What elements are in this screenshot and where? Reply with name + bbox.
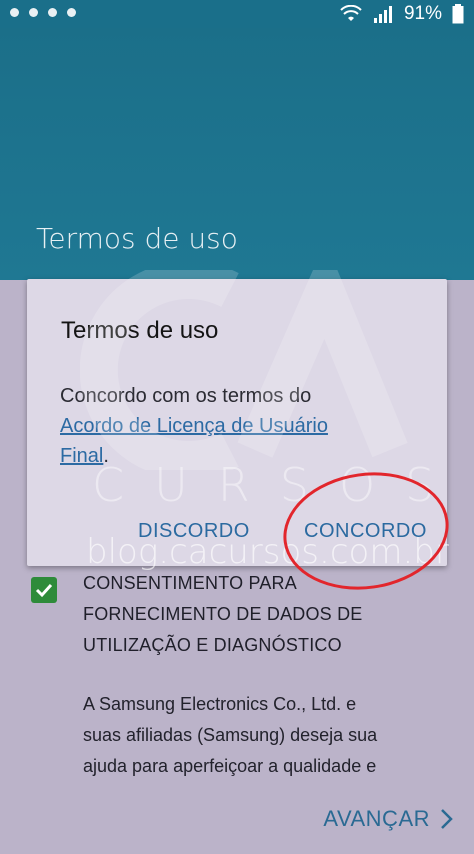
- status-bar: 91%: [0, 0, 474, 28]
- next-button[interactable]: AVANÇAR: [323, 806, 454, 832]
- page-title: Termos de uso: [36, 222, 238, 255]
- watermark-logo: [80, 270, 408, 470]
- next-button-label: AVANÇAR: [323, 806, 430, 831]
- wifi-icon: [340, 5, 362, 21]
- notification-dot-icon: [10, 8, 19, 17]
- paragraph-line: suas afiliadas (Samsung) deseja sua: [83, 725, 378, 745]
- paragraph-line: ajuda para aperfeiçoar a qualidade e: [83, 756, 377, 776]
- notification-dot-icon: [48, 8, 57, 17]
- battery-icon: [452, 4, 464, 24]
- heading-line: FORNECIMENTO DE DADOS DE: [83, 604, 363, 624]
- notification-dot-icon: [67, 8, 76, 17]
- status-icons: 91%: [340, 3, 464, 25]
- paragraph-line: A Samsung Electronics Co., Ltd. e: [83, 694, 357, 714]
- signal-icon: [373, 6, 392, 23]
- page-header: Termos de uso: [0, 28, 474, 280]
- consent-paragraph: A Samsung Electronics Co., Ltd. e suas a…: [83, 689, 453, 782]
- battery-percentage: 91%: [403, 3, 442, 24]
- notification-dots: [10, 8, 76, 17]
- heading-line: UTILIZAÇÃO E DIAGNÓSTICO: [83, 635, 342, 655]
- consent-checkbox[interactable]: [31, 577, 57, 603]
- notification-dot-icon: [29, 8, 38, 17]
- chevron-right-icon: [441, 809, 453, 829]
- checkmark-icon: [35, 583, 53, 598]
